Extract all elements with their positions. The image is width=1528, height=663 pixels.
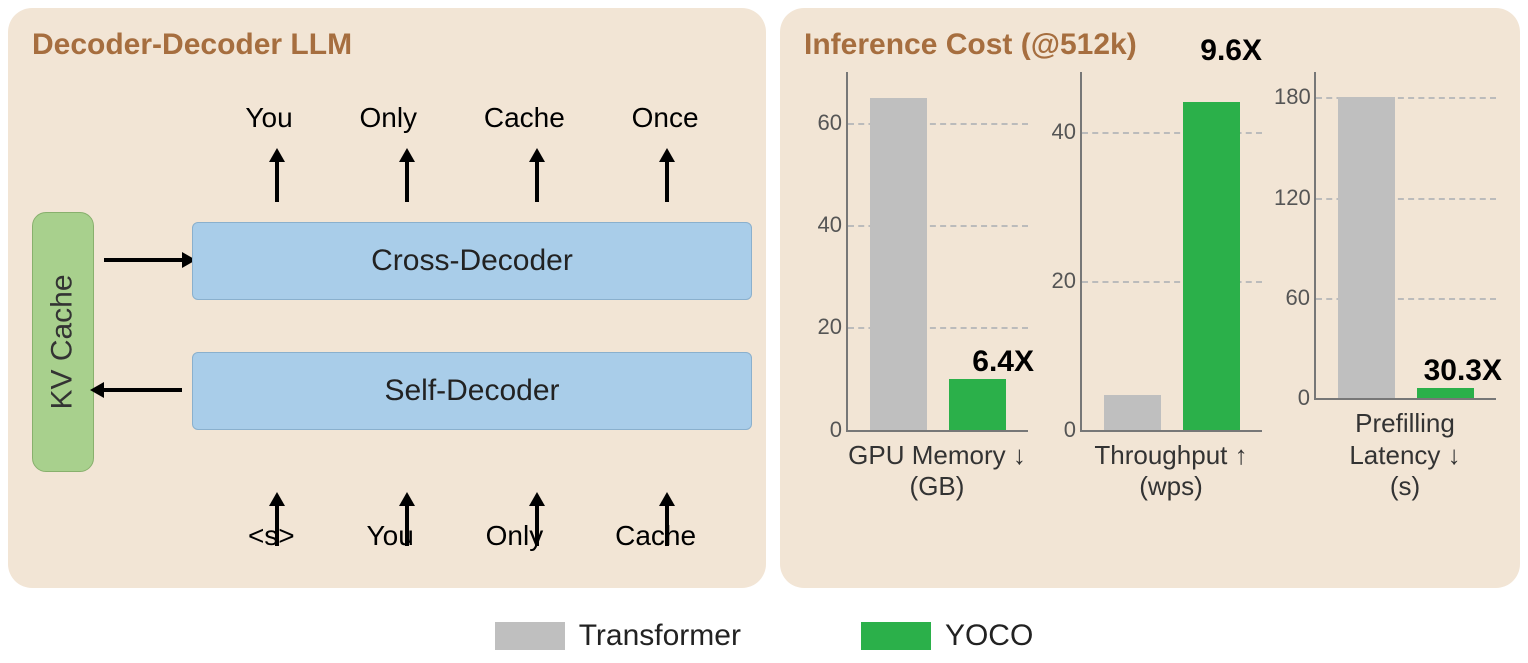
- bar-yoco: [1417, 388, 1474, 398]
- arrow-up-icon: [399, 148, 415, 162]
- legend-label-transformer: Transformer: [579, 619, 741, 653]
- arrow-up-icon: [399, 492, 415, 506]
- y-tick-label: 180: [1274, 84, 1310, 110]
- output-tokens-row: You Only Cache Once: [212, 102, 732, 134]
- output-token: Once: [632, 102, 699, 134]
- bar-yoco: [949, 379, 1006, 430]
- input-tokens-row: <s> You Only Cache: [212, 520, 732, 552]
- y-tick-label: 20: [1040, 268, 1076, 294]
- input-token: Only: [486, 520, 544, 552]
- legend-item-yoco: YOCO: [861, 619, 1033, 653]
- chart-xlabel: GPU Memory ↓(GB): [846, 440, 1028, 502]
- chart-throughput: 020409.6X Throughput ↑(wps): [1038, 72, 1262, 502]
- legend-label-yoco: YOCO: [945, 619, 1033, 653]
- arrow-up-icon: [529, 492, 545, 506]
- y-tick-label: 0: [1040, 417, 1076, 443]
- arrow-up-icon: [659, 148, 675, 162]
- chart-gpu-memory: 02040606.4X GPU Memory ↓(GB): [804, 72, 1028, 502]
- y-tick-label: 120: [1274, 185, 1310, 211]
- self-decoder-label: Self-Decoder: [384, 374, 559, 408]
- bar-transformer: [870, 98, 927, 430]
- kv-cache-label: KV Cache: [46, 274, 80, 409]
- bar-yoco: [1183, 102, 1240, 430]
- arrow-up-icon: [269, 492, 285, 506]
- output-token: Only: [359, 102, 417, 134]
- arrow-up-icon: [659, 492, 675, 506]
- arrow-to-cross-decoder-icon: [104, 258, 182, 262]
- chart-prefilling-latency: 06012018030.3X Prefilling Latency ↓(s): [1272, 72, 1496, 502]
- input-token: <s>: [248, 520, 295, 552]
- y-tick-label: 60: [1274, 285, 1310, 311]
- legend-swatch-transformer-icon: [495, 622, 565, 650]
- inference-cost-panel: Inference Cost (@512k) 02040606.4X GPU M…: [780, 8, 1520, 588]
- arrow-up-icon: [269, 148, 285, 162]
- y-tick-label: 0: [806, 417, 842, 443]
- input-arrows-row: [212, 492, 732, 506]
- bar-annotation: 30.3X: [1424, 354, 1502, 388]
- y-tick-label: 40: [1040, 119, 1076, 145]
- y-tick-label: 40: [806, 212, 842, 238]
- chart-xlabel: Throughput ↑(wps): [1080, 440, 1262, 502]
- chart-xlabel: Prefilling Latency ↓(s): [1314, 408, 1496, 502]
- plot-area: 020409.6X: [1080, 72, 1262, 432]
- y-tick-label: 60: [806, 110, 842, 136]
- legend: Transformer YOCO: [0, 619, 1528, 653]
- output-token: You: [245, 102, 292, 134]
- decoder-decoder-panel: Decoder-Decoder LLM KV Cache You Only Ca…: [8, 8, 766, 588]
- plot-area: 02040606.4X: [846, 72, 1028, 432]
- decoder-diagram: KV Cache You Only Cache Once Cross-Decod…: [32, 72, 742, 562]
- y-tick-label: 0: [1274, 385, 1310, 411]
- bar-annotation: 9.6X: [1200, 34, 1262, 68]
- legend-item-transformer: Transformer: [495, 619, 741, 653]
- y-tick-label: 20: [806, 314, 842, 340]
- arrow-up-icon: [529, 148, 545, 162]
- left-panel-title: Decoder-Decoder LLM: [32, 28, 742, 62]
- kv-cache-block: KV Cache: [32, 212, 94, 472]
- bars-group: [1104, 72, 1241, 430]
- bars-group: [1338, 72, 1475, 398]
- self-decoder-block: Self-Decoder: [192, 352, 752, 430]
- right-panel-title: Inference Cost (@512k): [804, 28, 1496, 62]
- cross-decoder-block: Cross-Decoder: [192, 222, 752, 300]
- output-token: Cache: [484, 102, 565, 134]
- input-token: Cache: [615, 520, 696, 552]
- charts-row: 02040606.4X GPU Memory ↓(GB) 020409.6X T…: [804, 72, 1496, 502]
- legend-swatch-yoco-icon: [861, 622, 931, 650]
- plot-area: 06012018030.3X: [1314, 72, 1496, 400]
- arrow-from-self-decoder-icon: [104, 388, 182, 392]
- output-arrows-row: [212, 148, 732, 162]
- input-token: You: [367, 520, 414, 552]
- bar-annotation: 6.4X: [972, 345, 1034, 379]
- bar-transformer: [1338, 97, 1395, 398]
- bar-transformer: [1104, 395, 1161, 429]
- cross-decoder-label: Cross-Decoder: [371, 244, 573, 278]
